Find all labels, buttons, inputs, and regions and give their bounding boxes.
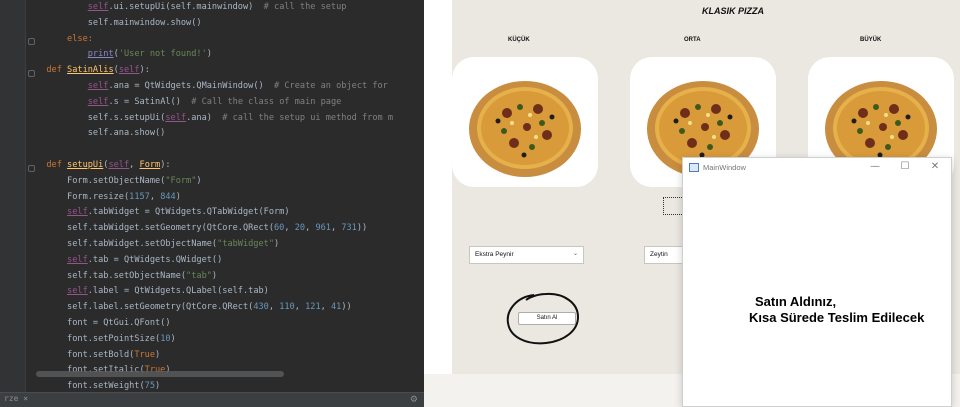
code-line[interactable]: self.mainwindow.show() [36, 16, 393, 32]
maximize-icon[interactable]: ☐ [897, 161, 913, 172]
code-line[interactable]: self.tabWidget = QtWidgets.QTabWidget(Fo… [36, 205, 393, 221]
chevron-down-icon: ⌄ [572, 251, 578, 257]
purchase-message-line1: Satın Aldınız, [755, 294, 837, 309]
code-line[interactable]: font.setPointSize(10) [36, 332, 393, 348]
code-line[interactable]: Form.resize(1157, 844) [36, 190, 393, 206]
popup-title-bar[interactable]: MainWindow — ☐ ✕ [683, 158, 951, 178]
code-editor[interactable]: self.ui.setupUi(self.mainwindow) # call … [0, 0, 424, 407]
popup-title: MainWindow [703, 163, 746, 172]
code-line[interactable]: self.label = QtWidgets.QLabel(self.tab) [36, 284, 393, 300]
mainwindow-popup: MainWindow — ☐ ✕ Satın Aldınız, Kısa Sür… [682, 157, 952, 407]
olive-select-value: Zeytin [650, 251, 668, 258]
code-line[interactable]: self.s = SatinAl() # Call the class of m… [36, 95, 393, 111]
code-line[interactable]: def setupUi(self, Form): [36, 158, 393, 174]
horizontal-scrollbar[interactable] [36, 371, 284, 377]
pizza-illustration [469, 81, 581, 177]
fold-marker[interactable] [28, 165, 35, 172]
size-label-medium: ORTA [684, 37, 701, 43]
editor-status-bar: rze × ⚙ [0, 392, 424, 407]
buy-button[interactable]: Satın Al [518, 312, 576, 325]
fold-marker[interactable] [28, 70, 35, 77]
extra-cheese-select[interactable]: Ekstra Peynir ⌄ [469, 246, 584, 264]
pizza-image-small [452, 57, 598, 187]
code-line[interactable] [36, 142, 393, 158]
minimize-icon[interactable]: — [867, 161, 883, 172]
close-icon[interactable]: ✕ [927, 161, 943, 172]
page-title: KLASIK PIZZA [702, 6, 764, 16]
window-icon [689, 163, 699, 172]
code-text[interactable]: self.ui.setupUi(self.mainwindow) # call … [36, 0, 393, 395]
code-line[interactable]: font.setBold(True) [36, 348, 393, 364]
code-line[interactable]: self.tab.setObjectName("tab") [36, 269, 393, 285]
editor-gutter [0, 0, 26, 407]
code-line[interactable]: print('User not found!') [36, 47, 393, 63]
code-line[interactable]: self.tabWidget.setObjectName("tabWidget"… [36, 237, 393, 253]
code-line[interactable]: self.ana = QtWidgets.QMainWindow() # Cre… [36, 79, 393, 95]
code-line[interactable]: else: [36, 32, 393, 48]
code-line[interactable]: self.ana.show() [36, 126, 393, 142]
fold-marker[interactable] [28, 38, 35, 45]
settings-icon[interactable]: ⚙ [410, 395, 418, 405]
extra-cheese-select-value: Ekstra Peynir [475, 251, 514, 258]
code-line[interactable]: self.label.setGeometry(QtCore.QRect(430,… [36, 300, 393, 316]
code-line[interactable]: Form.setObjectName("Form") [36, 174, 393, 190]
code-line[interactable]: font = QtGui.QFont() [36, 316, 393, 332]
size-label-small: KÜÇÜK [508, 37, 530, 43]
purchase-message-line2: Kısa Sürede Teslim Edilecek [749, 310, 925, 325]
code-line[interactable]: self.ui.setupUi(self.mainwindow) # call … [36, 0, 393, 16]
code-line[interactable]: self.s.setupUi(self.ana) # call the setu… [36, 111, 393, 127]
status-text: rze × [4, 394, 29, 403]
size-label-large: BÜYÜK [860, 37, 882, 43]
code-line[interactable]: def SatinAlis(self): [36, 63, 393, 79]
code-line[interactable]: self.tabWidget.setGeometry(QtCore.QRect(… [36, 221, 393, 237]
code-line[interactable]: self.tab = QtWidgets.QWidget() [36, 253, 393, 269]
